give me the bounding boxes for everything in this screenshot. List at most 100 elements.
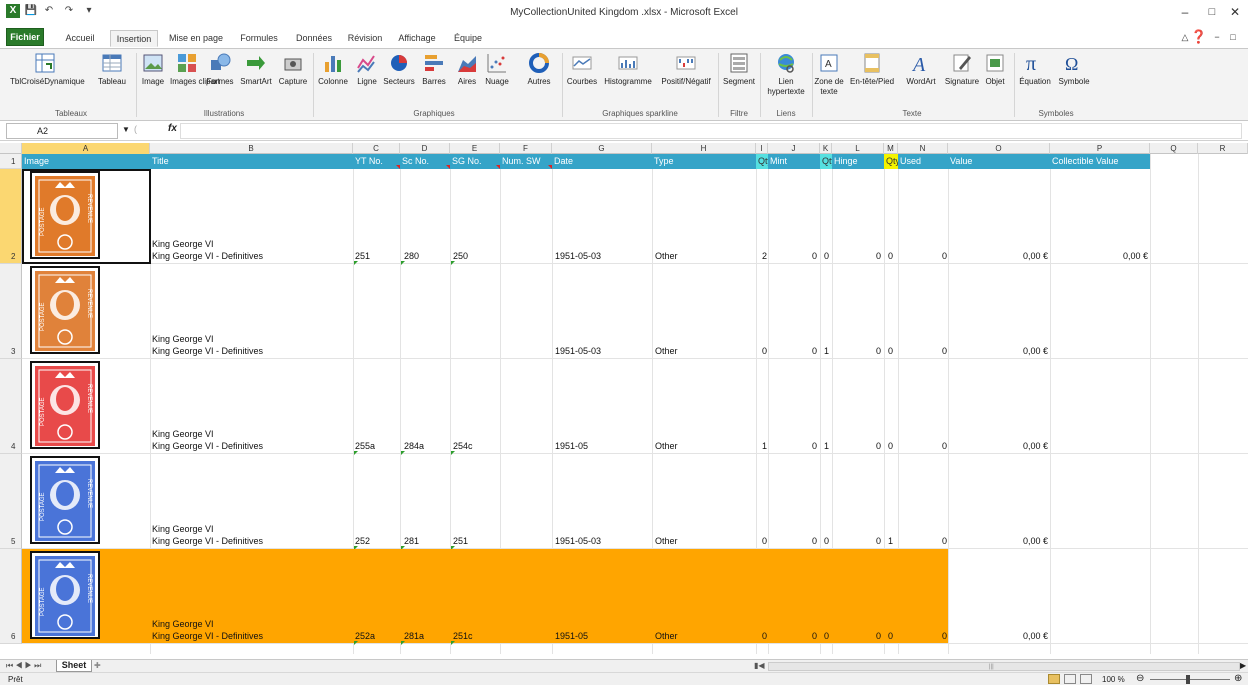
cell-title-line1[interactable]: King George VI [152,239,214,249]
cell-type[interactable]: Other [655,536,678,546]
signature-button[interactable]: Signature [942,52,982,87]
column-chart-button[interactable]: Colonne [315,52,351,87]
help-icon[interactable]: ❓ [1190,28,1208,46]
cell-value[interactable]: 0,00 € [1000,251,1048,261]
column-header[interactable]: R [1198,143,1248,154]
pivot-table-button[interactable]: TblCroiséDynamique [10,52,85,87]
cell-sc[interactable]: 284a [404,441,424,451]
cell-qty-mint[interactable]: 1 [762,441,767,451]
zoom-in-icon[interactable]: ⊕ [1234,673,1242,684]
column-header[interactable]: K [820,143,832,154]
cell-yt[interactable]: 255a [355,441,375,451]
cell-title-line1[interactable]: King George VI [152,524,214,534]
cell-type[interactable]: Other [655,441,678,451]
cell-collectible-value[interactable]: 0,00 € [1098,251,1148,261]
header-cell[interactable]: Sc No. [400,154,450,169]
scroll-split-icon[interactable]: ▮◀ [754,661,765,670]
row-header[interactable]: 6 [0,549,22,644]
cell-used[interactable]: 0 [942,441,947,451]
smartart-button[interactable]: SmartArt [237,52,275,87]
wordart-button[interactable]: A WordArt [902,52,940,87]
header-cell[interactable]: Value [948,154,1050,169]
cell-hinge[interactable]: 0 [876,251,881,261]
page-break-view-icon[interactable] [1080,674,1092,684]
column-header[interactable]: L [832,143,884,154]
cell-mint[interactable]: 0 [812,346,817,356]
cell-value[interactable]: 0,00 € [1000,631,1048,641]
name-box[interactable]: A2 [6,123,118,139]
header-cell[interactable]: YT No. [353,154,400,169]
row-header[interactable]: 4 [0,359,22,454]
scroll-right-icon[interactable]: ▶ [1240,661,1246,670]
sparkline-line-button[interactable]: Courbes [564,52,600,87]
cell-yt[interactable]: 251 [355,251,370,261]
image-button[interactable]: Image [138,52,168,87]
cell-yt[interactable]: 252a [355,631,375,641]
cell-date[interactable]: 1951-05-03 [555,536,601,546]
column-header[interactable]: G [552,143,652,154]
cell-title-line2[interactable]: King George VI - Definitives [152,346,263,356]
tab-donnees[interactable]: Données [290,30,338,47]
cell-used[interactable]: 0 [942,251,947,261]
stamp-image[interactable]: POSTAGE REVENUE [30,456,100,544]
cell-mint[interactable]: 0 [812,251,817,261]
cell-sg[interactable]: 251c [453,631,473,641]
horizontal-scrollbar[interactable]: ||| [768,662,1240,671]
column-header[interactable]: F [500,143,552,154]
column-header[interactable]: B [150,143,353,154]
cell-qty-mint[interactable]: 2 [762,251,767,261]
textbox-button[interactable]: A Zone de texte [814,52,844,97]
header-cell[interactable]: Type [652,154,756,169]
row-header[interactable]: 2 [0,169,22,264]
new-sheet-icon[interactable]: ✚ [94,661,110,671]
tab-revision[interactable]: Révision [342,30,388,47]
row-header[interactable]: 3 [0,264,22,359]
cell-hinge[interactable]: 0 [876,346,881,356]
line-chart-button[interactable]: Ligne [353,52,381,87]
symbol-button[interactable]: Ω Symbole [1056,52,1092,87]
cell-sc[interactable]: 280 [404,251,419,261]
clipart-button[interactable]: Images clipart [170,52,220,87]
cell-type[interactable]: Other [655,346,678,356]
scatter-chart-button[interactable]: Nuage [482,52,512,87]
insert-function-icon[interactable]: fx [168,123,177,134]
sparkline-column-button[interactable]: Histogramme [600,52,656,87]
tab-affichage[interactable]: Affichage [392,30,442,47]
select-all-corner[interactable] [0,143,22,154]
cell-used[interactable]: 0 [942,631,947,641]
cell-sc[interactable]: 281a [404,631,424,641]
header-cell[interactable]: SG No. [450,154,500,169]
bar-chart-button[interactable]: Barres [418,52,450,87]
slicer-button[interactable]: Segment [720,52,758,87]
equation-button[interactable]: π Équation [1018,52,1052,87]
column-header[interactable]: O [948,143,1050,154]
column-header[interactable]: M [884,143,898,154]
header-cell-qty[interactable]: Qty [884,154,898,169]
cell-hinge[interactable]: 0 [876,631,881,641]
stamp-image[interactable]: POSTAGE REVENUE [30,266,100,354]
cell-title-line1[interactable]: King George VI [152,619,214,629]
cell-qty-hinge[interactable]: 0 [824,536,829,546]
zoom-out-icon[interactable]: ⊖ [1136,673,1144,684]
column-header[interactable]: I [756,143,768,154]
cell-mint[interactable]: 0 [812,631,817,641]
header-cell-qty[interactable]: Qty [820,154,832,169]
normal-view-icon[interactable] [1048,674,1060,684]
header-cell[interactable]: Hinge [832,154,884,169]
cell-title-line1[interactable]: King George VI [152,429,214,439]
header-cell[interactable]: Title [150,154,353,169]
minimize-button[interactable]: – [1176,3,1194,21]
cell-qty-hinge[interactable]: 1 [824,441,829,451]
tab-equipe[interactable]: Équipe [448,30,488,47]
cell-title-line2[interactable]: King George VI - Definitives [152,251,263,261]
page-layout-view-icon[interactable] [1064,674,1076,684]
tab-fichier[interactable]: Fichier [6,28,44,46]
maximize-button[interactable]: □ [1203,3,1221,21]
cell-hinge[interactable]: 0 [876,441,881,451]
cell-qty-hinge[interactable]: 1 [824,346,829,356]
cell-date[interactable]: 1951-05 [555,631,588,641]
stamp-image[interactable]: POSTAGE REVENUE [30,361,100,449]
cell-value[interactable]: 0,00 € [1000,536,1048,546]
header-cell[interactable]: Image [22,154,150,169]
pie-chart-button[interactable]: Secteurs [382,52,416,87]
